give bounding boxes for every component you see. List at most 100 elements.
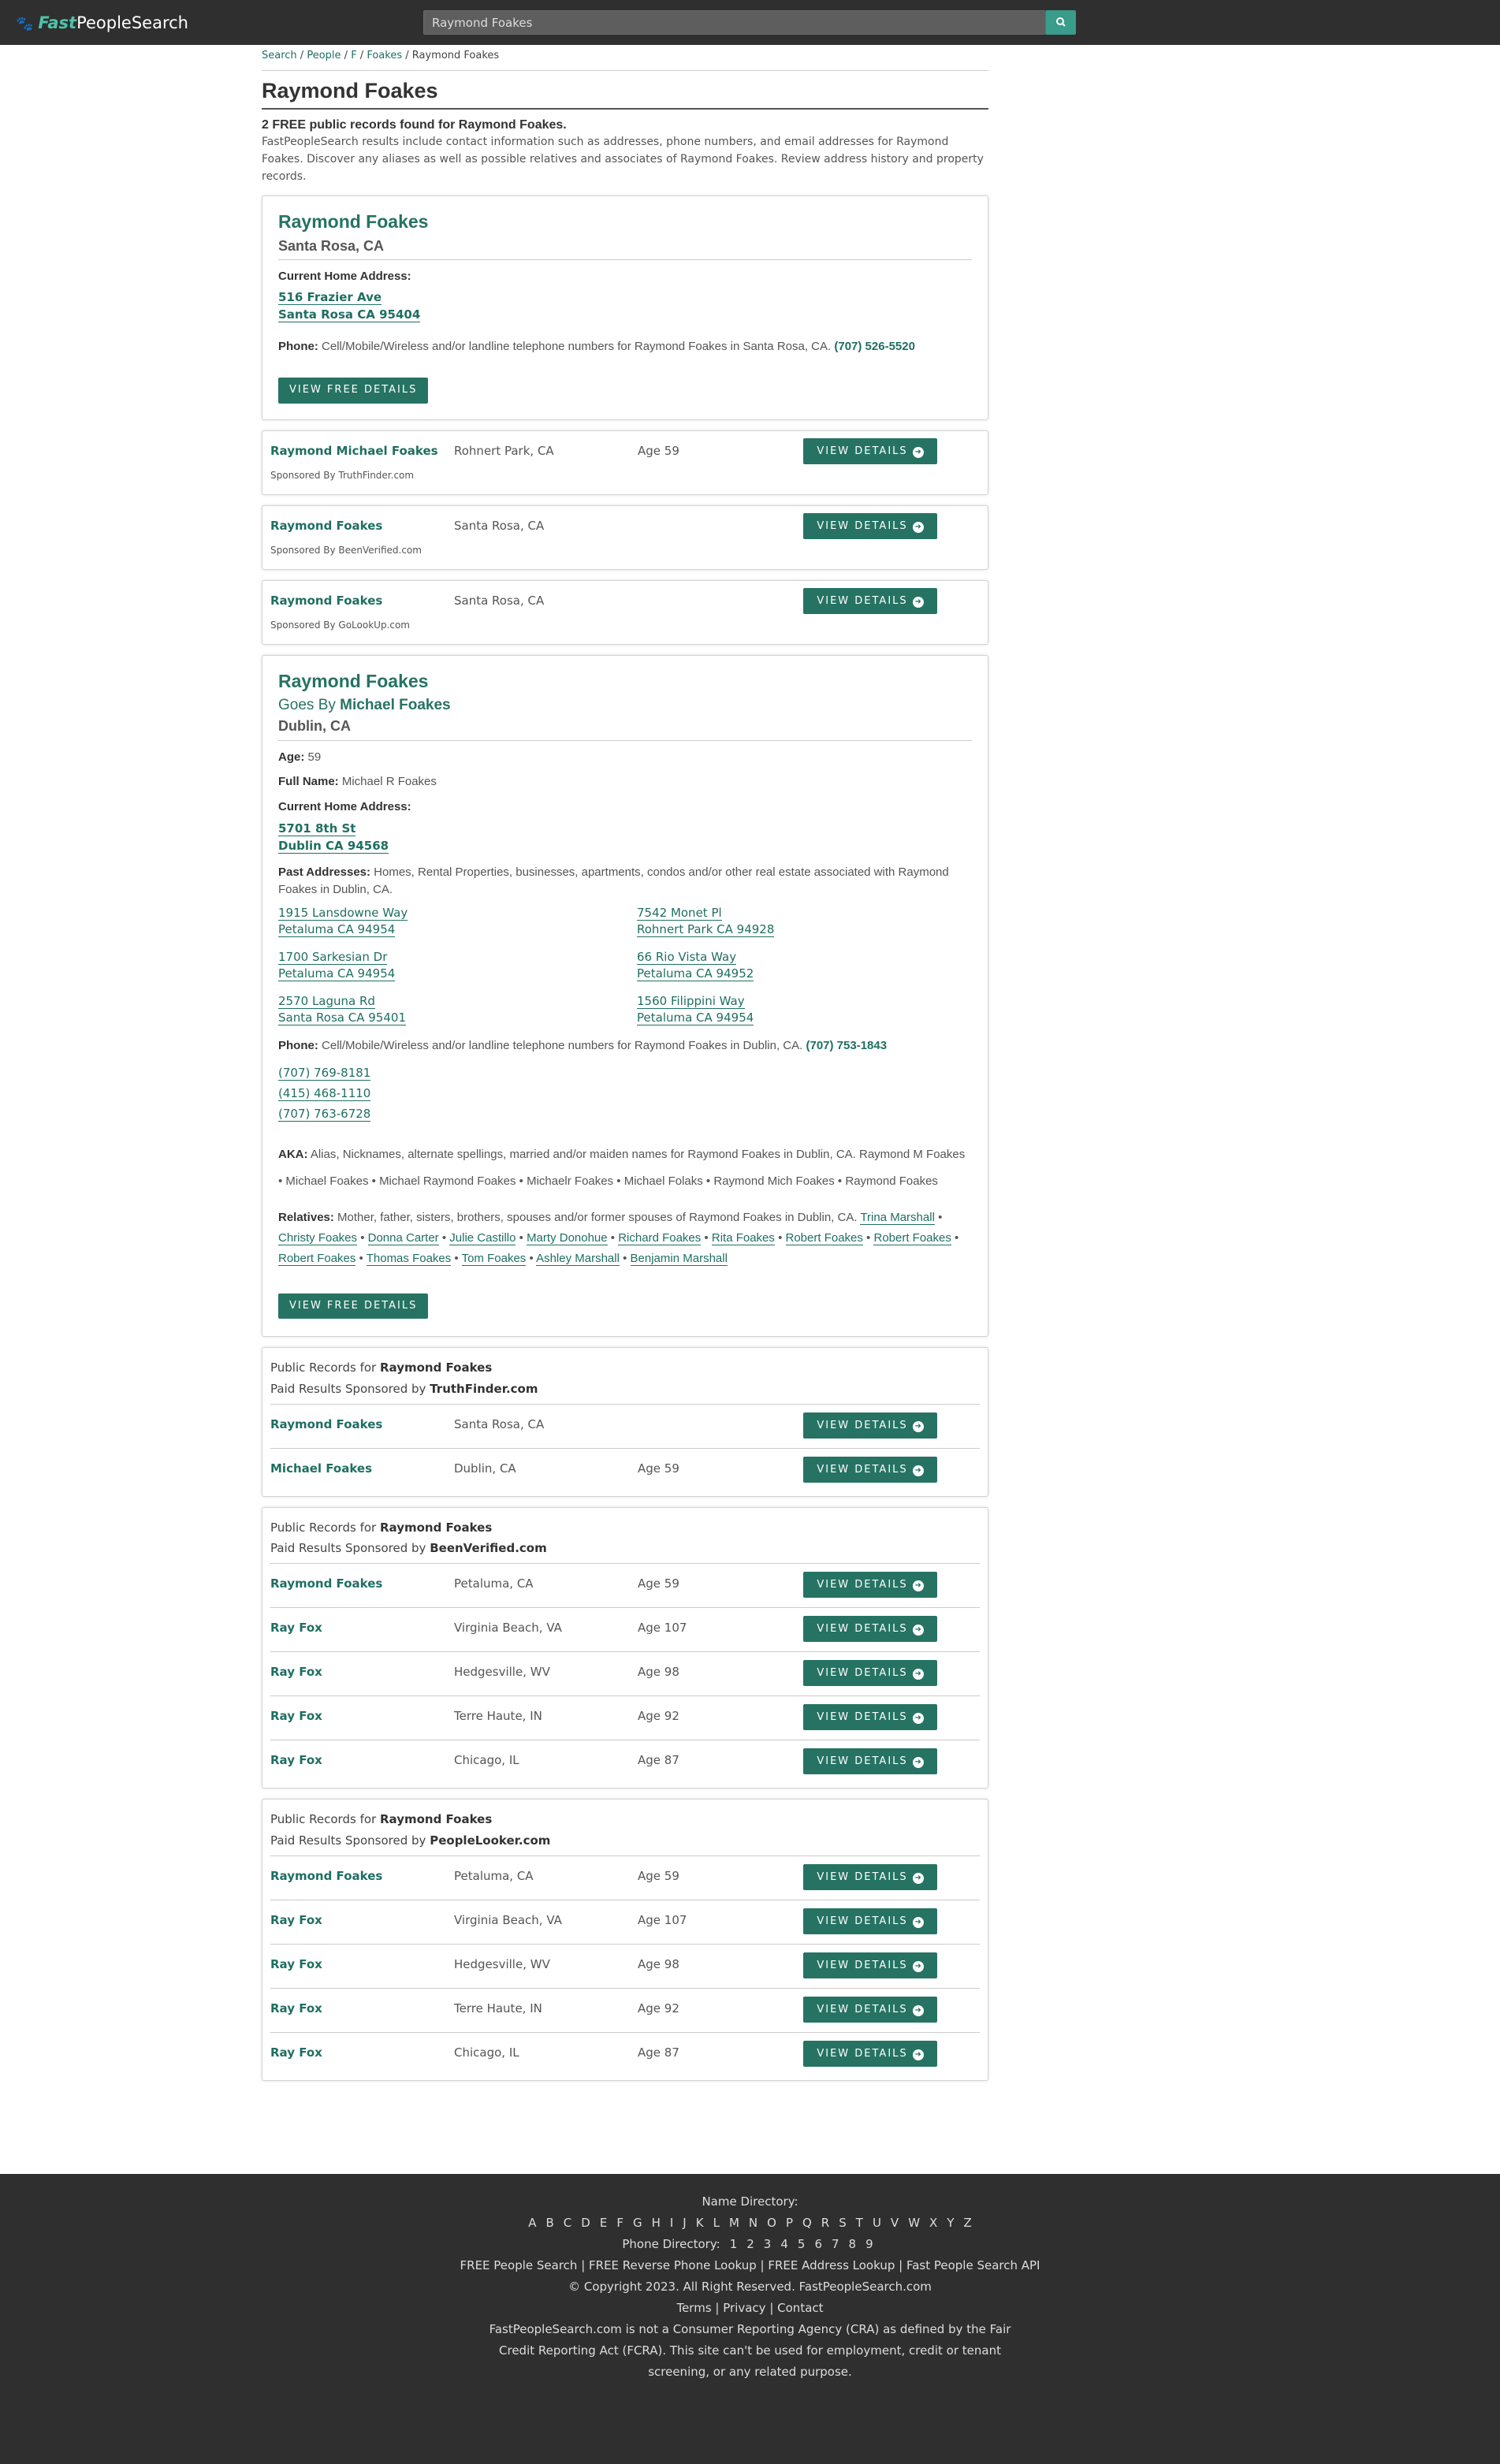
phone-link[interactable]: (707) 769-8181 <box>278 1065 371 1081</box>
letter-link[interactable]: X <box>929 2216 937 2230</box>
letter-link[interactable]: I <box>670 2216 673 2230</box>
footer-links[interactable]: FREE People Search | FREE Reverse Phone … <box>0 2255 1500 2276</box>
result-name[interactable]: Ray Fox <box>270 1956 322 1974</box>
letter-link[interactable]: N <box>749 2216 757 2230</box>
digit-link[interactable]: 3 <box>764 2237 772 2251</box>
contact-link[interactable]: Contact <box>777 2301 823 2315</box>
letter-link[interactable]: Q <box>802 2216 812 2230</box>
privacy-link[interactable]: Privacy <box>723 2301 765 2315</box>
letter-link[interactable]: B <box>545 2216 553 2230</box>
relative-link[interactable]: Marty Donohue <box>527 1231 608 1245</box>
relative-link[interactable]: Richard Foakes <box>618 1231 702 1245</box>
phone-link[interactable]: (707) 763-6728 <box>278 1107 371 1122</box>
terms-link[interactable]: Terms <box>676 2301 711 2315</box>
past-address[interactable]: 66 Rio Vista Way Petaluma CA 94952 <box>637 949 968 982</box>
relative-link[interactable]: Thomas Foakes <box>366 1252 452 1267</box>
result-name[interactable]: Raymond Foakes <box>270 1868 382 1885</box>
digit-link[interactable]: 9 <box>865 2237 873 2251</box>
past-address[interactable]: 7542 Monet Pl Rohnert Park CA 94928 <box>637 905 968 938</box>
current-address[interactable]: 516 Frazier Ave Santa Rosa CA 95404 <box>278 289 972 324</box>
breadcrumb-f[interactable]: F <box>351 50 356 61</box>
address-line2[interactable]: Dublin CA 94568 <box>278 838 389 854</box>
letter-link[interactable]: R <box>821 2216 829 2230</box>
digit-link[interactable]: 5 <box>798 2237 806 2251</box>
letter-link[interactable]: Z <box>963 2216 971 2230</box>
letter-link[interactable]: K <box>696 2216 704 2230</box>
digit-link[interactable]: 6 <box>814 2237 822 2251</box>
digit-link[interactable]: 8 <box>849 2237 857 2251</box>
result-name[interactable]: Ray Fox <box>270 1752 322 1770</box>
address-line2[interactable]: Santa Rosa CA 95404 <box>278 307 421 323</box>
letter-link[interactable]: S <box>839 2216 847 2230</box>
search-input[interactable]: Raymond Foakes <box>423 10 1046 35</box>
address-line1[interactable]: 5701 8th St <box>278 821 356 836</box>
phone-link[interactable]: (707) 753-1843 <box>806 1039 888 1052</box>
letter-link[interactable]: G <box>633 2216 642 2230</box>
result-name[interactable]: Ray Fox <box>270 1620 322 1637</box>
letter-link[interactable]: D <box>581 2216 590 2230</box>
phone-link[interactable]: (415) 468-1110 <box>278 1085 371 1101</box>
letter-link[interactable]: P <box>786 2216 793 2230</box>
view-details-button[interactable]: VIEW DETAILS ➜ <box>803 512 937 539</box>
digit-link[interactable]: 4 <box>780 2237 788 2251</box>
view-details-button[interactable]: VIEW DETAILS ➜ <box>803 437 937 464</box>
relative-link[interactable]: Trina Marshall <box>860 1210 935 1225</box>
letter-link[interactable]: T <box>856 2216 863 2230</box>
relative-link[interactable]: Tom Foakes <box>461 1252 527 1267</box>
view-free-details-button[interactable]: VIEW FREE DETAILS <box>278 1293 429 1319</box>
view-details-button[interactable]: VIEW DETAILS ➜ <box>803 1572 937 1599</box>
letter-link[interactable]: W <box>908 2216 920 2230</box>
letter-link[interactable]: H <box>652 2216 661 2230</box>
view-details-button[interactable]: VIEW DETAILS ➜ <box>803 2040 937 2067</box>
view-free-details-button[interactable]: VIEW FREE DETAILS <box>278 377 429 404</box>
past-address[interactable]: 1560 Filippini Way Petaluma CA 94954 <box>637 993 968 1026</box>
result-name[interactable]: Ray Fox <box>270 1664 322 1681</box>
relative-link[interactable]: Robert Foakes <box>873 1231 951 1245</box>
digit-link[interactable]: 1 <box>730 2237 738 2251</box>
breadcrumb-people[interactable]: People <box>307 50 341 61</box>
letter-link[interactable]: Y <box>947 2216 954 2230</box>
letter-link[interactable]: A <box>528 2216 536 2230</box>
result-name[interactable]: Ray Fox <box>270 2045 322 2062</box>
result-name[interactable]: Raymond Foakes <box>270 1576 382 1593</box>
view-details-button[interactable]: VIEW DETAILS ➜ <box>803 1616 937 1643</box>
relative-link[interactable]: Robert Foakes <box>785 1231 863 1245</box>
letter-link[interactable]: E <box>600 2216 607 2230</box>
relative-link[interactable]: Donna Carter <box>367 1231 439 1245</box>
view-details-button[interactable]: VIEW DETAILS ➜ <box>803 1908 937 1934</box>
relative-link[interactable]: Benjamin Marshall <box>630 1252 728 1267</box>
result-name[interactable]: Michael Foakes <box>270 1461 372 1478</box>
view-details-button[interactable]: VIEW DETAILS ➜ <box>803 1456 937 1483</box>
past-address[interactable]: 1700 Sarkesian Dr Petaluma CA 94954 <box>278 949 637 982</box>
sponsored-name[interactable]: Raymond Foakes <box>270 593 382 610</box>
letter-link[interactable]: F <box>616 2216 623 2230</box>
breadcrumb-foakes[interactable]: Foakes <box>367 50 402 61</box>
result-name[interactable]: Raymond Foakes <box>270 1416 382 1434</box>
result-name[interactable]: Ray Fox <box>270 1912 322 1930</box>
digit-link[interactable]: 2 <box>746 2237 754 2251</box>
result-name[interactable]: Ray Fox <box>270 2001 322 2018</box>
letter-link[interactable]: L <box>713 2216 720 2230</box>
sponsored-name[interactable]: Raymond Michael Foakes <box>270 443 438 460</box>
view-details-button[interactable]: VIEW DETAILS ➜ <box>803 1412 937 1439</box>
relative-link[interactable]: Julie Castillo <box>449 1231 516 1245</box>
past-address[interactable]: 1915 Lansdowne Way Petaluma CA 94954 <box>278 905 637 938</box>
record-name[interactable]: Raymond Foakes <box>278 668 972 694</box>
letter-link[interactable]: J <box>683 2216 686 2230</box>
relative-link[interactable]: Rita Foakes <box>711 1231 775 1245</box>
view-details-button[interactable]: VIEW DETAILS ➜ <box>803 1863 937 1890</box>
phone-link[interactable]: (707) 526-5520 <box>834 340 915 353</box>
digit-link[interactable]: 7 <box>832 2237 839 2251</box>
view-details-button[interactable]: VIEW DETAILS ➜ <box>803 1952 937 1978</box>
letter-link[interactable]: V <box>891 2216 899 2230</box>
breadcrumb-search[interactable]: Search <box>262 50 297 61</box>
result-name[interactable]: Ray Fox <box>270 1708 322 1725</box>
view-details-button[interactable]: VIEW DETAILS ➜ <box>803 587 937 614</box>
letter-link[interactable]: C <box>564 2216 571 2230</box>
sponsored-name[interactable]: Raymond Foakes <box>270 518 382 535</box>
address-line1[interactable]: 516 Frazier Ave <box>278 290 382 306</box>
current-address[interactable]: 5701 8th St Dublin CA 94568 <box>278 821 972 855</box>
relative-link[interactable]: Ashley Marshall <box>536 1252 620 1267</box>
site-logo[interactable]: 🐾 FastPeopleSearch <box>16 11 188 35</box>
record-name[interactable]: Raymond Foakes <box>278 209 972 235</box>
